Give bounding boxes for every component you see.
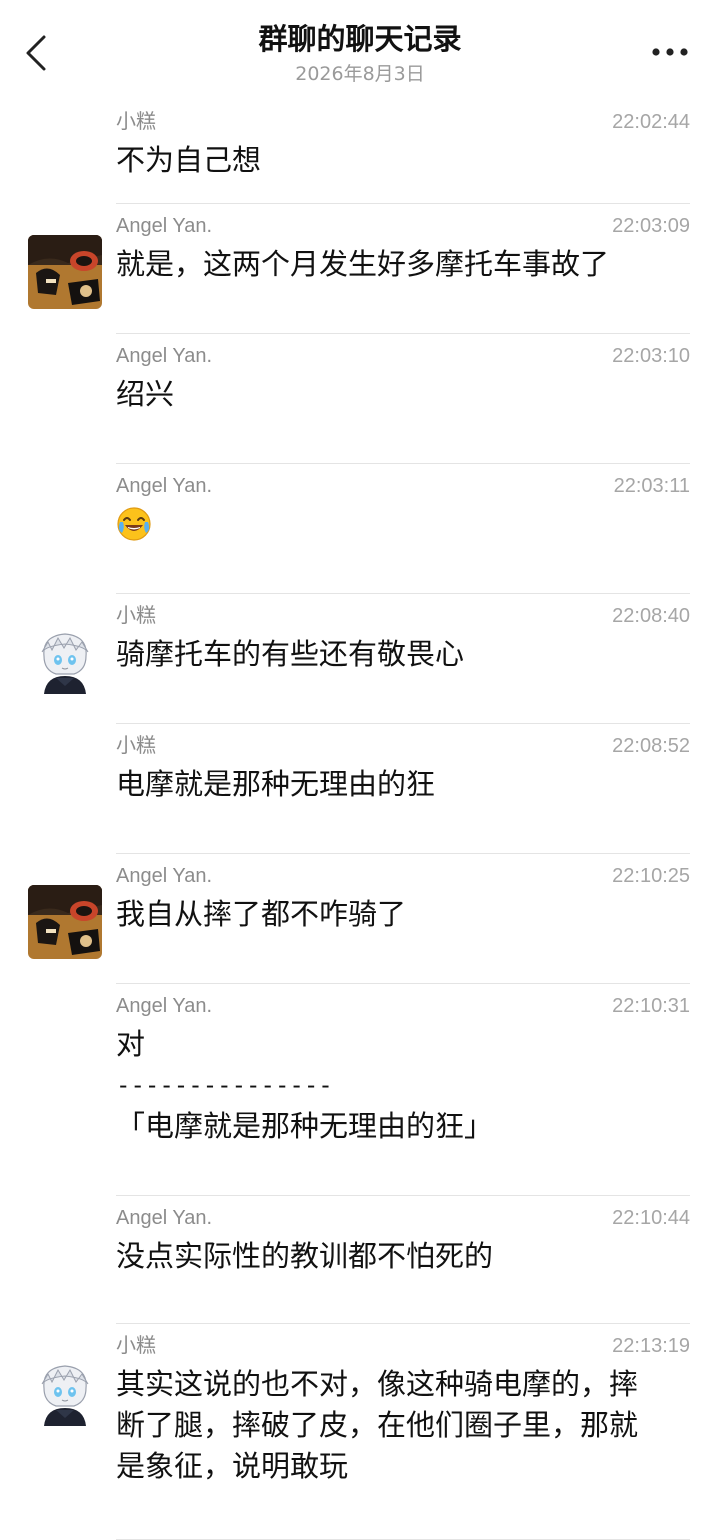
sender-name: Angel Yan.	[116, 995, 213, 1017]
quoted-text: 「电摩就是那种无理由的狂」	[116, 1109, 494, 1143]
sender-name: Angel Yan.	[116, 1207, 213, 1229]
more-horizontal-icon	[652, 48, 688, 56]
message-item[interactable]: 小糕 22:13:19 其实这说的也不对，像这种骑电摩的，摔 断了腿，摔破了皮，…	[0, 1324, 720, 1540]
avatar-xiaogao[interactable]	[28, 1358, 102, 1432]
sender-name: Angel Yan.	[116, 865, 213, 887]
message-text: 对	[116, 1027, 146, 1061]
message-item[interactable]: 小糕 22:08:52 电摩就是那种无理由的狂	[0, 724, 720, 854]
message-item[interactable]: Angel Yan. 22:10:44 没点实际性的教训都不怕死的	[0, 1196, 720, 1324]
sender-name: Angel Yan.	[116, 215, 213, 237]
message-time: 22:10:25	[612, 865, 690, 887]
quote-separator: ---------------	[116, 1071, 333, 1099]
message-text-line: 是象征，说明敢玩	[116, 1449, 349, 1483]
message-item[interactable]: Angel Yan. 22:10:25 我自从摔了都不咋骑了	[0, 854, 720, 984]
sender-name: 小糕	[116, 111, 156, 133]
message-item[interactable]: 小糕 22:08:40 骑摩托车的有些还有敬畏心	[0, 594, 720, 724]
message-item[interactable]: 小糕 22:02:44 不为自己想	[0, 100, 720, 204]
message-text: 骑摩托车的有些还有敬畏心	[116, 637, 465, 671]
avatar-angel-yan[interactable]	[28, 885, 102, 959]
sender-name: Angel Yan.	[116, 475, 213, 497]
sender-name: Angel Yan.	[116, 345, 213, 367]
message-text: 我自从摔了都不咋骑了	[116, 897, 407, 931]
motorcycle-avatar-image	[28, 235, 102, 309]
message-text: 没点实际性的教训都不怕死的	[116, 1239, 494, 1273]
message-time: 22:10:31	[612, 995, 690, 1017]
message-time: 22:02:44	[612, 111, 690, 133]
message-text-line: 其实这说的也不对，像这种骑电摩的，摔	[116, 1367, 639, 1401]
avatar-angel-yan[interactable]	[28, 235, 102, 309]
avatar-xiaogao[interactable]	[28, 626, 102, 700]
message-text: 电摩就是那种无理由的狂	[116, 767, 436, 801]
message-text: 就是，这两个月发生好多摩托车事故了	[116, 247, 610, 281]
message-body: 对 --------------- 「电摩就是那种无理由的狂」	[116, 1024, 690, 1147]
message-time: 22:08:40	[612, 605, 690, 627]
message-time: 22:03:10	[612, 345, 690, 367]
message-item[interactable]: Angel Yan. 22:03:11	[0, 464, 720, 594]
message-time: 22:03:09	[612, 215, 690, 237]
sender-name: 小糕	[116, 605, 156, 627]
crying-laughing-emoji	[117, 507, 151, 541]
message-text-line: 断了腿，摔破了皮，在他们圈子里，那就	[116, 1408, 639, 1442]
message-time: 22:03:11	[613, 475, 690, 497]
message-text: 绍兴	[116, 377, 175, 411]
anime-character-avatar-image	[28, 626, 102, 700]
message-list[interactable]: 小糕 22:02:44 不为自己想 Angel Yan. 22:03:09 就是…	[0, 100, 720, 1540]
message-item[interactable]: Angel Yan. 22:03:10 绍兴	[0, 334, 720, 464]
motorcycle-avatar-image	[28, 885, 102, 959]
more-button[interactable]	[644, 30, 696, 74]
message-text: 不为自己想	[116, 143, 262, 177]
header-bar: 群聊的聊天记录 2026年8月3日	[0, 0, 720, 100]
anime-character-avatar-image	[28, 1358, 102, 1432]
message-emoji-wrap	[116, 504, 690, 553]
message-time: 22:13:19	[612, 1335, 690, 1357]
sender-name: 小糕	[116, 735, 156, 757]
message-time: 22:08:52	[612, 735, 690, 757]
message-item[interactable]: Angel Yan. 22:10:31 对 --------------- 「电…	[0, 984, 720, 1196]
message-item[interactable]: Angel Yan. 22:03:09 就是，这两个月发生好多摩托车事故了	[0, 204, 720, 334]
message-time: 22:10:44	[612, 1207, 690, 1229]
message-body: 其实这说的也不对，像这种骑电摩的，摔 断了腿，摔破了皮，在他们圈子里，那就 是象…	[116, 1364, 690, 1487]
sender-name: 小糕	[116, 1335, 156, 1357]
chat-date: 2026年8月3日	[295, 63, 425, 85]
page-title: 群聊的聊天记录	[258, 22, 462, 56]
